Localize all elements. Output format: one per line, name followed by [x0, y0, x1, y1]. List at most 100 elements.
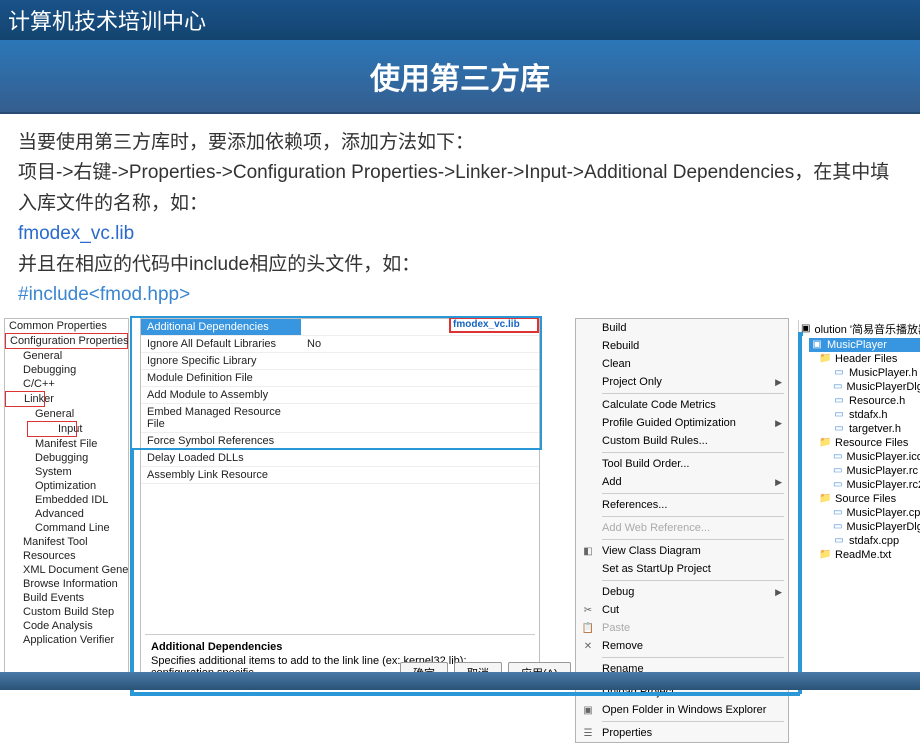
menu-item-label: Calculate Code Metrics — [602, 399, 716, 411]
tree-item-config-properties[interactable]: Configuration Properties — [5, 333, 128, 349]
tree-item[interactable]: General — [5, 407, 128, 421]
tree-item[interactable]: Manifest File — [5, 437, 128, 451]
file-icon: ▭ — [833, 479, 842, 491]
file-label: targetver.h — [849, 423, 901, 435]
slide-title: 使用第三方库 — [0, 40, 920, 114]
grid-value[interactable] — [301, 404, 539, 432]
menu-item-label: Add — [602, 476, 622, 488]
grid-value[interactable] — [301, 433, 539, 449]
tree-item[interactable]: C/C++ — [5, 377, 128, 391]
menu-item-cut[interactable]: ✂Cut — [576, 601, 788, 619]
tree-item[interactable]: Common Properties — [5, 319, 128, 333]
menu-item-tool-build-order-[interactable]: Tool Build Order... — [576, 455, 788, 473]
grid-value[interactable] — [301, 387, 539, 403]
tree-item[interactable]: System — [5, 465, 128, 479]
editor-area: Common Properties Configuration Properti… — [0, 318, 920, 698]
menu-item-project-only[interactable]: Project Only▶ — [576, 373, 788, 391]
solution-file[interactable]: ▭MusicPlayer.h — [831, 366, 920, 380]
tree-item[interactable]: Resources — [5, 549, 128, 563]
grid-desc-title: Additional Dependencies — [151, 641, 529, 653]
grid-value-highlight[interactable]: fmodex_vc.lib — [449, 317, 539, 333]
tree-item[interactable]: Embedded IDL — [5, 493, 128, 507]
menu-item-clean[interactable]: Clean — [576, 355, 788, 373]
solution-folder[interactable]: 📁ReadMe.txt — [817, 548, 920, 562]
solution-file[interactable]: ▭Resource.h — [831, 394, 920, 408]
menu-item-label: Tool Build Order... — [602, 458, 689, 470]
grid-row[interactable]: Module Definition File — [141, 370, 539, 387]
menu-item-profile-guided-optimization[interactable]: Profile Guided Optimization▶ — [576, 414, 788, 432]
file-label: stdafx.h — [849, 409, 888, 421]
grid-row[interactable]: Force Symbol References — [141, 433, 539, 450]
solution-project[interactable]: ▣MusicPlayer — [809, 338, 920, 352]
menu-item-calculate-code-metrics[interactable]: Calculate Code Metrics — [576, 396, 788, 414]
solution-folder[interactable]: 📁Resource Files — [817, 436, 920, 450]
grid-label: Ignore All Default Libraries — [141, 336, 301, 352]
menu-item-custom-build-rules-[interactable]: Custom Build Rules... — [576, 432, 788, 450]
file-icon: ▭ — [833, 395, 845, 407]
grid-label: Force Symbol References — [141, 433, 301, 449]
menu-item-set-as-startup-project[interactable]: Set as StartUp Project — [576, 560, 788, 578]
menu-item-properties[interactable]: ☰Properties — [576, 724, 788, 742]
grid-row[interactable]: Assembly Link Resource — [141, 467, 539, 484]
tree-item[interactable]: Manifest Tool — [5, 535, 128, 549]
tree-item[interactable]: Browse Information — [5, 577, 128, 591]
solution-file[interactable]: ▭ MusicPlayer.rc2 — [831, 478, 920, 492]
tree-item[interactable]: Build Events — [5, 591, 128, 605]
menu-item-references-[interactable]: References... — [576, 496, 788, 514]
submenu-arrow-icon: ▶ — [775, 418, 782, 429]
solution-folder[interactable]: 📁 Header Files — [817, 352, 920, 366]
tree-item[interactable]: Debugging — [5, 451, 128, 465]
grid-row[interactable]: Delay Loaded DLLs — [141, 450, 539, 467]
grid-row[interactable]: Ignore Specific Library — [141, 353, 539, 370]
menu-item-label: Debug — [602, 586, 634, 598]
tree-item[interactable]: Application Verifier — [5, 633, 128, 647]
solution-root[interactable]: ▣olution '简易音乐播放器' (1 p — [799, 320, 920, 338]
solution-folder[interactable]: 📁Source Files — [817, 492, 920, 506]
menu-item-remove[interactable]: ✕Remove — [576, 637, 788, 655]
folder-icon: 📁 — [819, 353, 831, 365]
grid-row[interactable]: Add Module to Assembly — [141, 387, 539, 404]
grid-row[interactable]: Embed Managed Resource File — [141, 404, 539, 433]
grid-value[interactable] — [301, 370, 539, 386]
solution-file[interactable]: ▭MusicPlayer.rc — [831, 464, 920, 478]
menu-item-view-class-diagram[interactable]: ◧View Class Diagram — [576, 542, 788, 560]
tree-item[interactable]: Debugging — [5, 363, 128, 377]
tree-item[interactable]: Command Line — [5, 521, 128, 535]
bottom-band — [0, 672, 920, 690]
solution-file[interactable]: ▭MusicPlayer.ico — [831, 450, 920, 464]
menu-icon: ✕ — [580, 641, 596, 652]
tree-item[interactable]: Advanced — [5, 507, 128, 521]
tree-item[interactable]: Custom Build Step — [5, 605, 128, 619]
tree-item[interactable]: XML Document Gene — [5, 563, 128, 577]
tree-item-linker[interactable]: Linker — [5, 391, 45, 407]
grid-value[interactable] — [301, 467, 539, 483]
menu-item-label: References... — [602, 499, 667, 511]
menu-item-debug[interactable]: Debug▶ — [576, 583, 788, 601]
menu-item-add[interactable]: Add▶ — [576, 473, 788, 491]
menu-item-open-folder-in-windows-explorer[interactable]: ▣Open Folder in Windows Explorer — [576, 701, 788, 719]
menu-item-rebuild[interactable]: Rebuild — [576, 337, 788, 355]
menu-item-label: Set as StartUp Project — [602, 563, 711, 575]
file-icon: ▭ — [833, 507, 842, 519]
folder-label: Header Files — [835, 353, 897, 365]
grid-row[interactable]: Ignore All Default LibrariesNo — [141, 336, 539, 353]
menu-item-label: Add Web Reference... — [602, 522, 710, 534]
solution-file[interactable]: ▭MusicPlayerDlg.h — [831, 380, 920, 394]
tree-item[interactable]: Optimization — [5, 479, 128, 493]
tree-item-input[interactable]: Input — [27, 421, 77, 437]
grid-label: Additional Dependencies — [141, 319, 301, 335]
solution-file[interactable]: ▭targetver.h — [831, 422, 920, 436]
solution-file[interactable]: ▭MusicPlayerDlg.cp — [831, 520, 920, 534]
grid-value[interactable] — [301, 450, 539, 466]
menu-item-build[interactable]: Build — [576, 319, 788, 337]
solution-file[interactable]: ▭stdafx.h — [831, 408, 920, 422]
solution-file[interactable]: ▭MusicPlayer.cpp — [831, 506, 920, 520]
grid-value[interactable]: No — [301, 336, 539, 352]
file-label: MusicPlayer.rc2 — [846, 479, 920, 491]
solution-file[interactable]: ▭stdafx.cpp — [831, 534, 920, 548]
grid-value[interactable] — [301, 353, 539, 369]
tree-item[interactable]: Code Analysis — [5, 619, 128, 633]
file-label: MusicPlayer.rc — [846, 465, 918, 477]
tree-item[interactable]: General — [5, 349, 128, 363]
header-brand: 计算机技术培训中心 — [0, 0, 920, 40]
